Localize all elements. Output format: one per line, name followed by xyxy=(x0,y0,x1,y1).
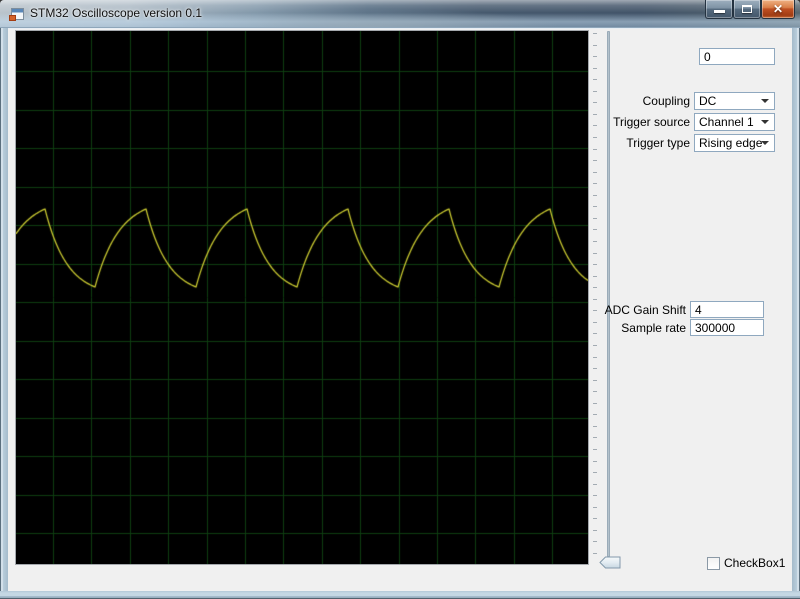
trackbar-tick xyxy=(593,33,597,34)
minimize-button[interactable] xyxy=(705,0,733,19)
trackbar-tick xyxy=(593,287,597,288)
trackbar-tick xyxy=(593,426,597,427)
trackbar-tick xyxy=(593,530,597,531)
trackbar-tick xyxy=(593,264,597,265)
sample-rate-label: Sample rate xyxy=(621,321,686,335)
checkbox1[interactable] xyxy=(707,557,720,570)
trackbar-tick xyxy=(593,218,597,219)
window-title: STM32 Oscilloscope version 0.1 xyxy=(30,6,202,20)
trackbar-tick xyxy=(593,495,597,496)
sample-rate-input[interactable] xyxy=(690,319,764,336)
trigger-type-select[interactable]: Rising edge xyxy=(694,134,775,152)
trackbar-tick xyxy=(593,449,597,450)
trackbar-tick xyxy=(593,507,597,508)
trackbar-tick xyxy=(593,357,597,358)
minimize-icon xyxy=(714,10,725,13)
chevron-down-icon xyxy=(761,99,769,103)
trackbar-tick xyxy=(593,518,597,519)
trackbar-tick xyxy=(593,56,597,57)
trackbar-tick xyxy=(593,541,597,542)
maximize-icon xyxy=(742,5,752,13)
trackbar-tick xyxy=(593,79,597,80)
coupling-value: DC xyxy=(699,94,716,108)
trigger-source-select[interactable]: Channel 1 xyxy=(694,113,775,131)
trackbar-tick xyxy=(593,137,597,138)
trackbar-tick xyxy=(593,403,597,404)
trackbar-tick xyxy=(593,276,597,277)
trigger-source-label: Trigger source xyxy=(613,115,690,129)
trigger-type-value: Rising edge xyxy=(699,136,762,150)
app-icon xyxy=(9,6,25,22)
trackbar-tick xyxy=(593,333,597,334)
trackbar-thumb[interactable] xyxy=(599,556,621,569)
trackbar-tick xyxy=(593,241,597,242)
trackbar-tick xyxy=(593,414,597,415)
trigger-level-input[interactable] xyxy=(699,48,775,65)
adc-gain-shift-input[interactable] xyxy=(690,301,764,318)
trackbar-tick xyxy=(593,206,597,207)
coupling-label: Coupling xyxy=(643,94,690,108)
trigger-type-label: Trigger type xyxy=(626,136,690,150)
title-bar: STM32 Oscilloscope version 0.1 ✕ xyxy=(0,0,800,28)
trigger-level-trackbar[interactable] xyxy=(590,29,626,575)
trackbar-tick xyxy=(593,391,597,392)
trackbar-tick xyxy=(593,172,597,173)
oscilloscope-panel xyxy=(15,30,589,565)
close-icon: ✕ xyxy=(762,2,794,16)
trackbar-tick xyxy=(593,253,597,254)
app-window: STM32 Oscilloscope version 0.1 ✕ Couplin… xyxy=(0,0,800,599)
trackbar-tick xyxy=(593,553,597,554)
trackbar-tick xyxy=(593,345,597,346)
trackbar-tick xyxy=(593,484,597,485)
window-border-left xyxy=(0,28,8,591)
trackbar-tick xyxy=(593,45,597,46)
adc-gain-shift-label: ADC Gain Shift xyxy=(605,303,686,317)
trackbar-tick xyxy=(593,91,597,92)
trackbar-tick xyxy=(593,125,597,126)
trackbar-track[interactable] xyxy=(607,31,610,557)
trackbar-tick xyxy=(593,160,597,161)
window-border-bottom xyxy=(0,591,800,599)
checkbox1-label[interactable]: CheckBox1 xyxy=(724,556,785,570)
trackbar-tick xyxy=(593,461,597,462)
chevron-down-icon xyxy=(761,141,769,145)
trackbar-tick xyxy=(593,299,597,300)
trackbar-tick xyxy=(593,183,597,184)
trackbar-tick xyxy=(593,437,597,438)
trackbar-tick xyxy=(593,310,597,311)
window-border-right xyxy=(792,28,800,591)
maximize-button[interactable] xyxy=(733,0,761,19)
trackbar-tick xyxy=(593,380,597,381)
trackbar-tick xyxy=(593,195,597,196)
trackbar-tick xyxy=(593,149,597,150)
trackbar-tick xyxy=(593,472,597,473)
trackbar-tick xyxy=(593,114,597,115)
trackbar-tick xyxy=(593,322,597,323)
trackbar-tick xyxy=(593,102,597,103)
trackbar-tick xyxy=(593,229,597,230)
trackbar-tick xyxy=(593,68,597,69)
chevron-down-icon xyxy=(761,120,769,124)
trigger-source-value: Channel 1 xyxy=(699,115,754,129)
trackbar-tick xyxy=(593,368,597,369)
coupling-select[interactable]: DC xyxy=(694,92,775,110)
oscilloscope-display xyxy=(16,31,588,564)
close-button[interactable]: ✕ xyxy=(761,0,795,19)
